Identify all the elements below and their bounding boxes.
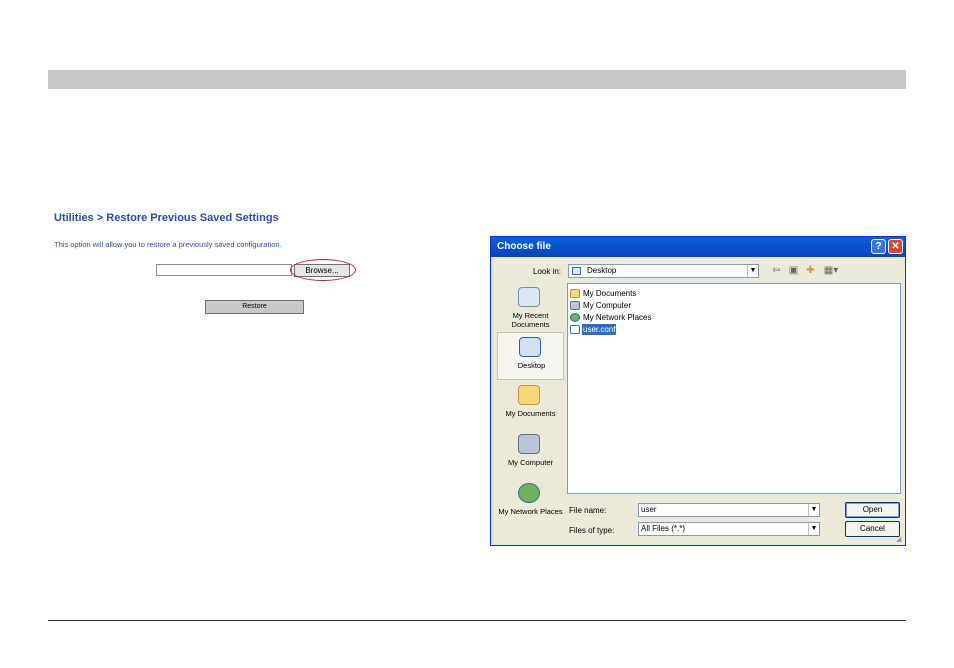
place-my-documents[interactable]: My Documents bbox=[497, 381, 564, 429]
look-in-select[interactable]: Desktop ▼ bbox=[568, 264, 759, 278]
look-in-label: Look in: bbox=[533, 267, 562, 276]
place-my-computer[interactable]: My Computer bbox=[497, 430, 564, 478]
dialog-titlebar[interactable]: Choose file ? ✕ bbox=[491, 237, 905, 257]
open-button[interactable]: Open bbox=[845, 502, 900, 518]
chevron-down-icon[interactable]: ▼ bbox=[808, 504, 819, 516]
file-name-value: user bbox=[641, 505, 657, 514]
network-places-icon bbox=[518, 483, 540, 503]
places-bar: My Recent Documents Desktop My Documents… bbox=[497, 283, 564, 543]
place-recent-documents[interactable]: My Recent Documents bbox=[497, 283, 564, 331]
place-label: Desktop bbox=[517, 361, 546, 370]
file-name-label: File name: bbox=[569, 506, 607, 515]
file-label: My Documents bbox=[583, 289, 637, 298]
file-label: My Network Places bbox=[583, 313, 652, 322]
chevron-down-icon[interactable]: ▼ bbox=[808, 523, 819, 535]
my-computer-icon bbox=[518, 434, 540, 454]
file-label: My Computer bbox=[583, 301, 632, 310]
footer-divider bbox=[48, 620, 906, 621]
place-network-places[interactable]: My Network Places bbox=[497, 479, 564, 527]
network-icon bbox=[570, 313, 580, 322]
files-of-type-select[interactable]: All Files (*.*) ▼ bbox=[638, 522, 820, 536]
files-of-type-value: All Files (*.*) bbox=[641, 524, 686, 533]
header-bar bbox=[48, 70, 906, 89]
up-folder-icon[interactable]: ▣ bbox=[788, 265, 799, 276]
page-description: This option will allow you to restore a … bbox=[54, 240, 282, 249]
restore-button[interactable]: Restore bbox=[205, 300, 304, 314]
close-button[interactable]: ✕ bbox=[888, 239, 903, 254]
my-documents-icon bbox=[518, 385, 540, 405]
desktop-icon bbox=[572, 267, 581, 275]
file-icon bbox=[570, 325, 580, 334]
desktop-icon bbox=[519, 337, 541, 357]
file-list[interactable]: My Documents My Computer My Network Plac… bbox=[567, 283, 901, 494]
look-in-value: Desktop bbox=[587, 266, 617, 275]
view-menu-icon[interactable]: ▦▾ bbox=[822, 265, 840, 276]
page-title: Utilities > Restore Previous Saved Setti… bbox=[54, 212, 279, 224]
cancel-button[interactable]: Cancel bbox=[845, 521, 900, 537]
place-label: My Documents bbox=[505, 409, 556, 418]
place-desktop[interactable]: Desktop bbox=[497, 332, 564, 380]
place-label: My Computer bbox=[507, 458, 553, 467]
place-label: My Recent Documents bbox=[511, 311, 550, 329]
new-folder-icon[interactable]: ✚ bbox=[805, 265, 816, 276]
back-arrow-icon[interactable]: ⇦ bbox=[771, 265, 782, 276]
file-name-input[interactable]: user ▼ bbox=[638, 503, 820, 517]
computer-icon bbox=[570, 301, 580, 310]
place-label: My Network Places bbox=[498, 507, 563, 516]
chevron-down-icon[interactable]: ▼ bbox=[747, 265, 758, 277]
file-path-input[interactable] bbox=[156, 264, 292, 276]
file-label: user.conf bbox=[582, 324, 617, 335]
help-button[interactable]: ? bbox=[871, 239, 886, 254]
dialog-title: Choose file bbox=[497, 241, 551, 252]
recent-documents-icon bbox=[518, 287, 540, 307]
folder-icon bbox=[570, 289, 580, 298]
choose-file-dialog: Choose file ? ✕ Look in: Desktop ▼ ⇦ ▣ ✚… bbox=[490, 236, 906, 546]
files-of-type-label: Files of type: bbox=[569, 526, 615, 535]
resize-grip-icon[interactable]: ◢ bbox=[896, 536, 904, 544]
browse-highlight-circle bbox=[290, 259, 356, 281]
